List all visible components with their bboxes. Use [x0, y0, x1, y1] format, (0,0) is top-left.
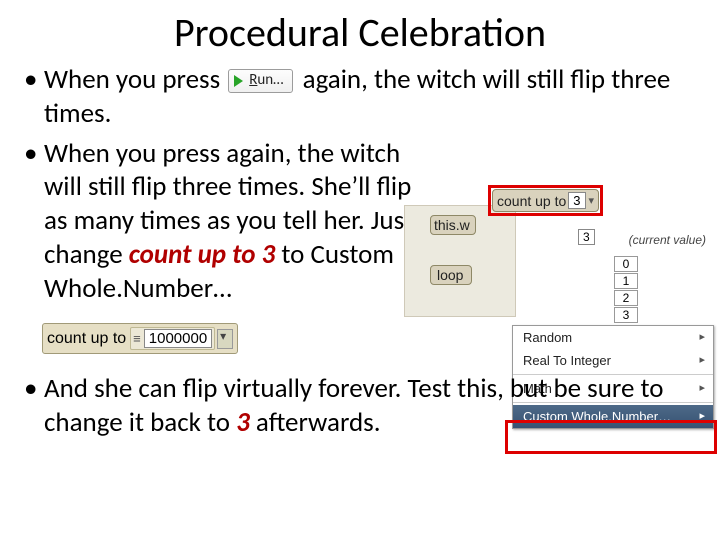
- menu-random[interactable]: Random: [513, 326, 713, 349]
- play-icon: [234, 75, 243, 87]
- count-tile[interactable]: count up to 3 ▾: [492, 189, 599, 212]
- bullet-3-three: 3: [236, 406, 250, 439]
- thisw-tile[interactable]: this.w: [430, 215, 476, 235]
- run-button[interactable]: Run…: [228, 69, 292, 93]
- page-title: Procedural Celebration: [0, 8, 720, 57]
- chevron-down-icon[interactable]: [217, 329, 233, 349]
- loop-tile[interactable]: loop: [430, 265, 472, 285]
- num-option-0[interactable]: 0: [614, 256, 638, 272]
- bullet-2: When you press again, the witch will sti…: [44, 137, 414, 306]
- loop-label: loop: [437, 267, 463, 283]
- number-options: 0 1 2 3: [614, 255, 684, 324]
- current-value-note: (current value): [629, 233, 706, 247]
- equals-icon: ≡: [133, 331, 141, 346]
- thisw-value-box: 3: [578, 229, 595, 244]
- bullet-1: When you press Run… again, the witch wil…: [44, 63, 696, 131]
- bullet-3-b: afterwards.: [250, 406, 381, 439]
- bullet-1-pre: When you press: [44, 63, 226, 96]
- chevron-down-icon: ▾: [589, 194, 595, 207]
- count-tile-outer: count up to 3 ▾: [488, 185, 603, 216]
- count-million-value: 1000000: [144, 329, 212, 348]
- count-million-tile[interactable]: count up to ≡ 1000000: [42, 323, 238, 354]
- run-button-label: Run…: [249, 71, 283, 90]
- bullet-2-emph: count up to 3: [129, 238, 276, 271]
- count-million-label: count up to: [47, 330, 126, 348]
- num-option-3[interactable]: 3: [614, 307, 638, 323]
- num-option-1[interactable]: 1: [614, 273, 638, 289]
- red-highlight-count: count up to 3 ▾: [488, 185, 603, 216]
- count-tile-label: count up to: [497, 193, 566, 209]
- menu-real-to-integer[interactable]: Real To Integer: [513, 349, 713, 372]
- thisw-label: this.w: [434, 217, 470, 233]
- bullet-3: And she can flip virtually forever. Test…: [44, 372, 696, 440]
- num-option-2[interactable]: 2: [614, 290, 638, 306]
- count-tile-value: 3: [568, 192, 585, 209]
